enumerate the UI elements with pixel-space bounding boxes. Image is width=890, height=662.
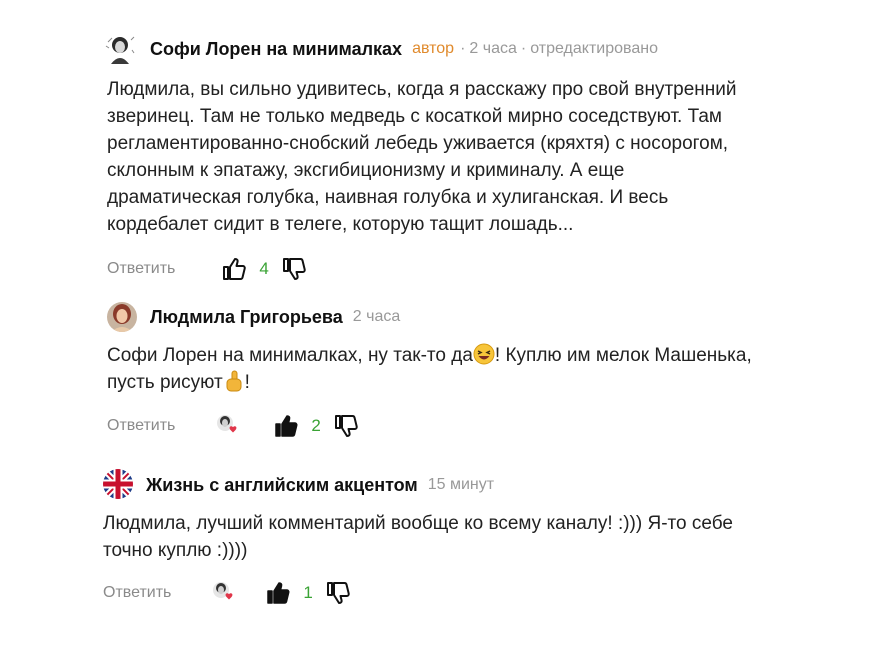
text-segment: ! Куплю им мелок Машенька, [494, 345, 752, 366]
pointing-up-emoji-icon [226, 370, 242, 392]
text-line: кордебалет сидит в телеге, которую тащит… [107, 214, 574, 235]
comment-text: Софи Лорен на минималках, ну так-то да ! … [107, 342, 752, 396]
author-heart-icon [215, 413, 241, 439]
thumbs-down-icon [334, 415, 358, 437]
edited-label: отредактировано [530, 40, 658, 57]
like-button-active[interactable] [265, 580, 291, 606]
comment-actions: Ответить 4 [107, 254, 307, 284]
thumbs-up-icon [267, 582, 290, 604]
thumbs-up-icon [275, 415, 298, 437]
like-count: 1 [303, 583, 313, 602]
text-line: Софи Лорен на минималках, ну так-то да ! … [107, 342, 752, 369]
comment-header: Софи Лорен на минималках автор · 2 часа … [150, 34, 658, 64]
text-segment: ! [244, 372, 250, 393]
author-badge: автор [412, 40, 455, 57]
like-button-active[interactable] [273, 413, 299, 439]
comment-text: Людмила, лучший комментарий вообще ко вс… [103, 510, 733, 564]
author-name[interactable]: Софи Лорен на минималках [150, 39, 402, 60]
comment-actions: Ответить 1 [103, 578, 351, 608]
author-name[interactable]: Жизнь с английским акцентом [146, 475, 418, 496]
reply-button[interactable]: Ответить [107, 260, 175, 278]
avatar-sofi[interactable] [105, 34, 135, 64]
comment-header: Людмила Григорьева 2 часа [150, 302, 400, 332]
text-line: точно куплю :)))) [103, 540, 248, 561]
laughing-emoji-icon [473, 343, 495, 365]
reply-button[interactable]: Ответить [107, 417, 175, 435]
comment-time: 2 часа [352, 308, 401, 325]
author-name[interactable]: Людмила Григорьева [150, 307, 343, 328]
thumbs-down-icon [326, 582, 350, 604]
text-line: зверинец. Там не только медведь с косатк… [107, 106, 722, 127]
thumbs-up-icon [223, 258, 247, 280]
comment-header: Жизнь с английским акцентом 15 минут [146, 470, 494, 500]
comment-time: 2 часа [469, 40, 517, 57]
text-line: пусть рисуют! [107, 369, 752, 396]
separator-dot: · [520, 40, 527, 57]
dislike-button[interactable] [281, 256, 307, 282]
dislike-button[interactable] [325, 580, 351, 606]
dislike-button[interactable] [333, 413, 359, 439]
text-line: драматическая голубка, наивная голубка и… [107, 187, 669, 208]
like-button[interactable] [221, 256, 247, 282]
text-line: регламентированно-снобский лебедь уживае… [107, 133, 729, 154]
comment-actions: Ответить 2 [107, 411, 359, 441]
separator-dot: · [460, 40, 466, 57]
like-count: 4 [259, 259, 269, 278]
reply-button[interactable]: Ответить [103, 584, 171, 602]
avatar-english-accent[interactable] [103, 469, 133, 499]
avatar-ludmila[interactable] [107, 302, 137, 332]
text-segment: пусть рисуют [107, 372, 223, 393]
like-count: 2 [311, 416, 321, 435]
text-line: Людмила, вы сильно удивитесь, когда я ра… [107, 79, 737, 100]
text-line: склонным к эпатажу, эксгибиционизму и кр… [107, 160, 625, 181]
author-heart-icon [211, 580, 237, 606]
text-line: Людмила, лучший комментарий вообще ко вс… [103, 513, 733, 534]
text-segment: Софи Лорен на минималках, ну так-то да [107, 345, 473, 366]
thumbs-down-icon [282, 258, 306, 280]
comment-text: Людмила, вы сильно удивитесь, когда я ра… [107, 76, 737, 238]
comment-time: 15 минут [427, 476, 495, 493]
